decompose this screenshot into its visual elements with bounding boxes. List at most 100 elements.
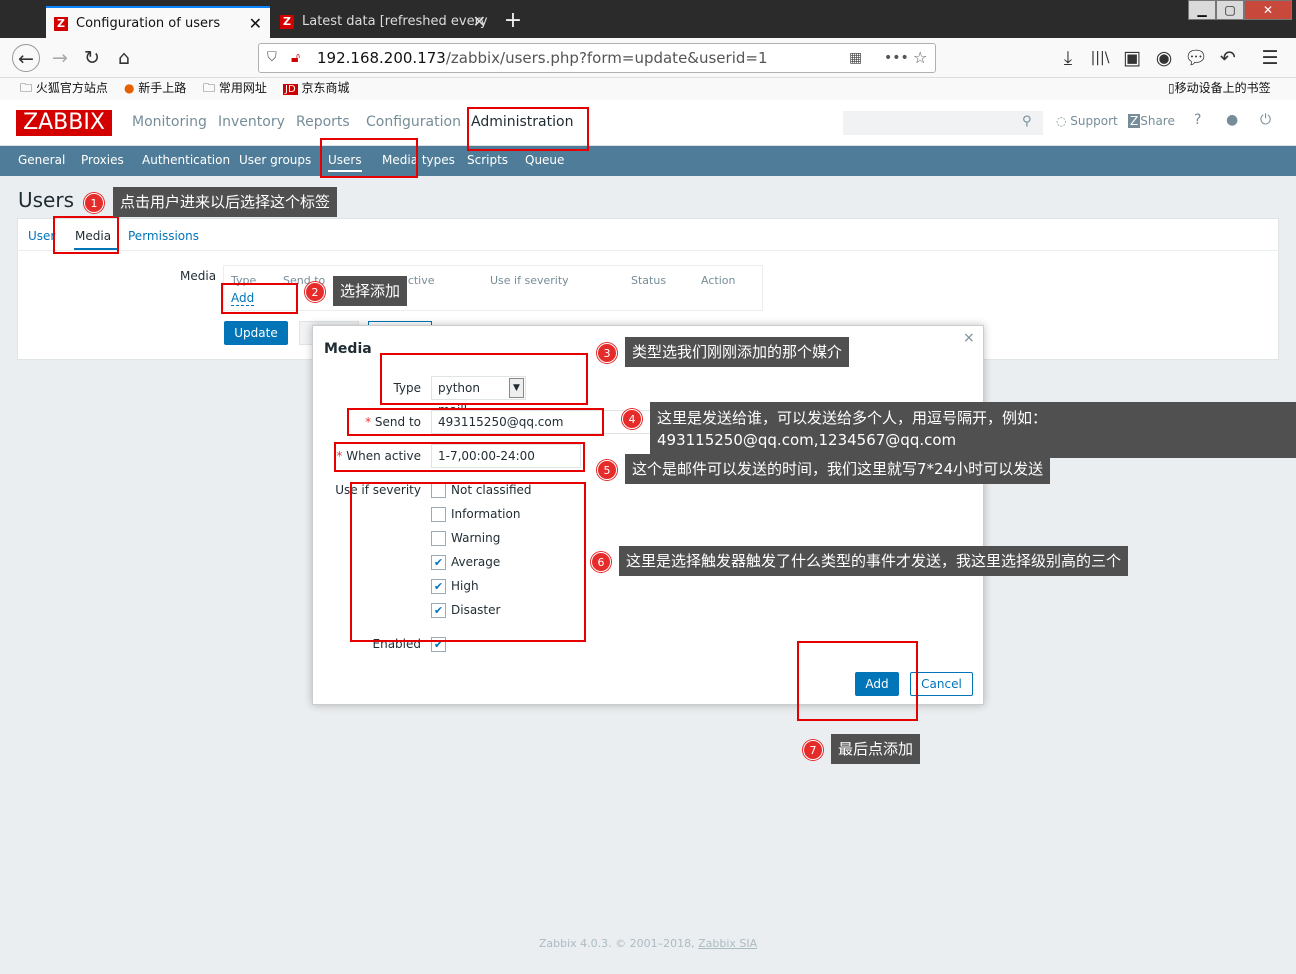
submenu-user-groups[interactable]: User groups xyxy=(239,153,311,167)
highlight-add-button xyxy=(797,641,918,721)
new-tab-icon[interactable]: + xyxy=(500,6,526,36)
window-close-icon[interactable]: ✕ xyxy=(1244,0,1292,20)
share-icon: Z xyxy=(1128,114,1141,128)
footer-link[interactable]: Zabbix SIA xyxy=(698,937,757,950)
highlight-users xyxy=(320,138,418,178)
minimize-icon[interactable]: ▁ xyxy=(1188,0,1216,20)
step-badge: 7 xyxy=(803,740,823,760)
insecure-lock-icon: 🔓︎ xyxy=(291,50,301,66)
browser-tab-active[interactable]: Z Configuration of users ✕ xyxy=(46,6,270,38)
tab-permissions[interactable]: Permissions xyxy=(128,229,199,243)
tab-user[interactable]: User xyxy=(28,229,55,243)
submenu-general[interactable]: General xyxy=(18,153,65,167)
user-profile-icon[interactable]: ● xyxy=(1226,112,1238,128)
bookmarks-bar: 🗀 火狐官方站点 ● 新手上路 🗀 常用网址 JD 京东商城 ▯移动设备上的书签 xyxy=(0,78,1296,100)
global-search-input[interactable]: ⚲ xyxy=(843,111,1043,135)
step-badge: 2 xyxy=(305,282,325,302)
highlight-type xyxy=(380,353,588,405)
star-icon[interactable]: ☆ xyxy=(913,44,927,72)
bookmark-item[interactable]: ● 新手上路 xyxy=(124,78,186,98)
annotation-note: 最后点添加 xyxy=(831,734,921,764)
zabbix-icon: Z xyxy=(280,15,294,29)
close-tab-icon[interactable]: ✕ xyxy=(249,8,262,38)
shield-icon: ⛉ xyxy=(267,50,277,65)
column-header: Action xyxy=(701,274,736,287)
folder-icon: 🗀 xyxy=(20,81,36,95)
menu-reports[interactable]: Reports xyxy=(296,114,350,130)
step-badge: 1 xyxy=(84,193,104,213)
column-header: Status xyxy=(631,274,667,287)
dialog-title: Media xyxy=(324,341,372,357)
zabbix-header: ZABBIX Monitoring Inventory Reports Conf… xyxy=(0,100,1296,146)
annotation-note: 选择添加 xyxy=(333,276,408,306)
sign-out-icon[interactable]: ⏻ xyxy=(1260,112,1271,128)
chat-icon[interactable]: 💬︎ xyxy=(1182,44,1210,72)
tab-label: Configuration of users xyxy=(76,16,221,31)
browser-tab[interactable]: Z Latest data [refreshed every ✕ xyxy=(272,6,494,38)
page-footer: Zabbix 4.0.3. © 2001–2018, Zabbix SIA xyxy=(538,937,758,950)
download-icon[interactable]: ⤓ xyxy=(1054,44,1082,72)
submenu-queue[interactable]: Queue xyxy=(525,153,564,167)
media-label: Media xyxy=(180,269,217,283)
highlight-media-tab xyxy=(53,216,119,254)
annotation-note: 类型选我们刚刚添加的那个媒介 xyxy=(625,337,850,367)
bookmark-item[interactable]: JD 京东商城 xyxy=(283,78,350,100)
close-tab-icon[interactable]: ✕ xyxy=(473,6,486,38)
step-badge: 3 xyxy=(597,343,617,363)
annotation-note: 点击用户进来以后选择这个标签 xyxy=(113,187,338,217)
tab-divider xyxy=(18,250,1278,251)
folder-icon: 🗀 xyxy=(203,81,219,95)
sidebar-icon[interactable]: ▣ xyxy=(1118,44,1146,72)
bookmark-item[interactable]: 🗀 常用网址 xyxy=(203,78,267,98)
back-icon[interactable]: ← xyxy=(12,44,40,72)
home-icon[interactable]: ⌂ xyxy=(110,44,138,72)
column-header: Use if severity xyxy=(490,274,569,287)
highlight-severity xyxy=(350,482,586,642)
submenu-proxies[interactable]: Proxies xyxy=(81,153,124,167)
menu-configuration[interactable]: Configuration xyxy=(366,114,461,130)
update-button[interactable]: Update xyxy=(224,321,288,345)
annotation-note: 这里是发送给谁，可以发送给多个人，用逗号隔开，例如： 493115250@qq.c… xyxy=(650,402,1296,458)
tab-label: Latest data [refreshed every xyxy=(302,14,488,29)
share-link[interactable]: Z Share xyxy=(1128,114,1175,128)
forward-icon[interactable]: → xyxy=(46,44,74,72)
more-icon[interactable]: ••• xyxy=(884,44,909,72)
browser-titlebar: Z Configuration of users ✕ Z Latest data… xyxy=(0,0,1296,38)
reload-icon[interactable]: ↻ xyxy=(78,44,106,72)
phone-icon: ▯ xyxy=(1168,81,1175,95)
support-icon: ◌ xyxy=(1056,114,1071,128)
support-link[interactable]: ◌ Support xyxy=(1056,114,1118,128)
cancel-button[interactable]: Cancel xyxy=(910,672,973,696)
highlight-add-link xyxy=(221,283,298,314)
zabbix-logo[interactable]: ZABBIX xyxy=(16,110,112,136)
menu-icon[interactable]: ☰ xyxy=(1256,44,1284,72)
step-badge: 6 xyxy=(591,552,611,572)
undo-icon[interactable]: ↶ xyxy=(1214,44,1242,72)
annotation-note: 这里是选择触发器触发了什么类型的事件才发送，我这里选择级别高的三个 xyxy=(619,546,1129,576)
firefox-icon: ● xyxy=(124,81,139,95)
submenu-scripts[interactable]: Scripts xyxy=(467,153,508,167)
menu-monitoring[interactable]: Monitoring xyxy=(132,114,207,130)
highlight-when-active xyxy=(334,442,585,472)
close-icon[interactable]: × xyxy=(963,330,975,346)
step-badge: 5 xyxy=(597,460,617,480)
url-bar[interactable]: ⛉ 🔓︎ 192.168.200.173/zabbix/users.php?fo… xyxy=(258,43,936,73)
search-icon[interactable]: ⚲ xyxy=(1022,114,1032,129)
help-icon[interactable]: ? xyxy=(1194,112,1201,128)
page-title: Users xyxy=(18,188,75,212)
url-host: 192.168.200.173 xyxy=(317,49,446,67)
maximize-icon[interactable]: ▢ xyxy=(1216,0,1244,20)
browser-navbar: ← → ↻ ⌂ ⛉ 🔓︎ 192.168.200.173/zabbix/user… xyxy=(0,38,1296,78)
annotation-note: 这个是邮件可以发送的时间，我们这里就写7*24小时可以发送 xyxy=(625,454,1051,484)
bookmark-item[interactable]: 🗀 火狐官方站点 xyxy=(20,78,108,98)
jd-icon: JD xyxy=(283,84,298,95)
highlight-send-to xyxy=(347,408,604,436)
media-table: Type Send to When active Use if severity… xyxy=(223,265,763,311)
account-icon[interactable]: ◉ xyxy=(1150,44,1178,72)
url-path: /zabbix/users.php?form=update&userid=1 xyxy=(445,49,768,67)
qr-code-icon[interactable]: ▦ xyxy=(849,44,862,72)
mobile-bookmarks[interactable]: ▯移动设备上的书签 xyxy=(1168,78,1271,98)
submenu-authentication[interactable]: Authentication xyxy=(142,153,230,167)
menu-inventory[interactable]: Inventory xyxy=(218,114,285,130)
library-icon[interactable]: |||\ xyxy=(1086,44,1114,72)
